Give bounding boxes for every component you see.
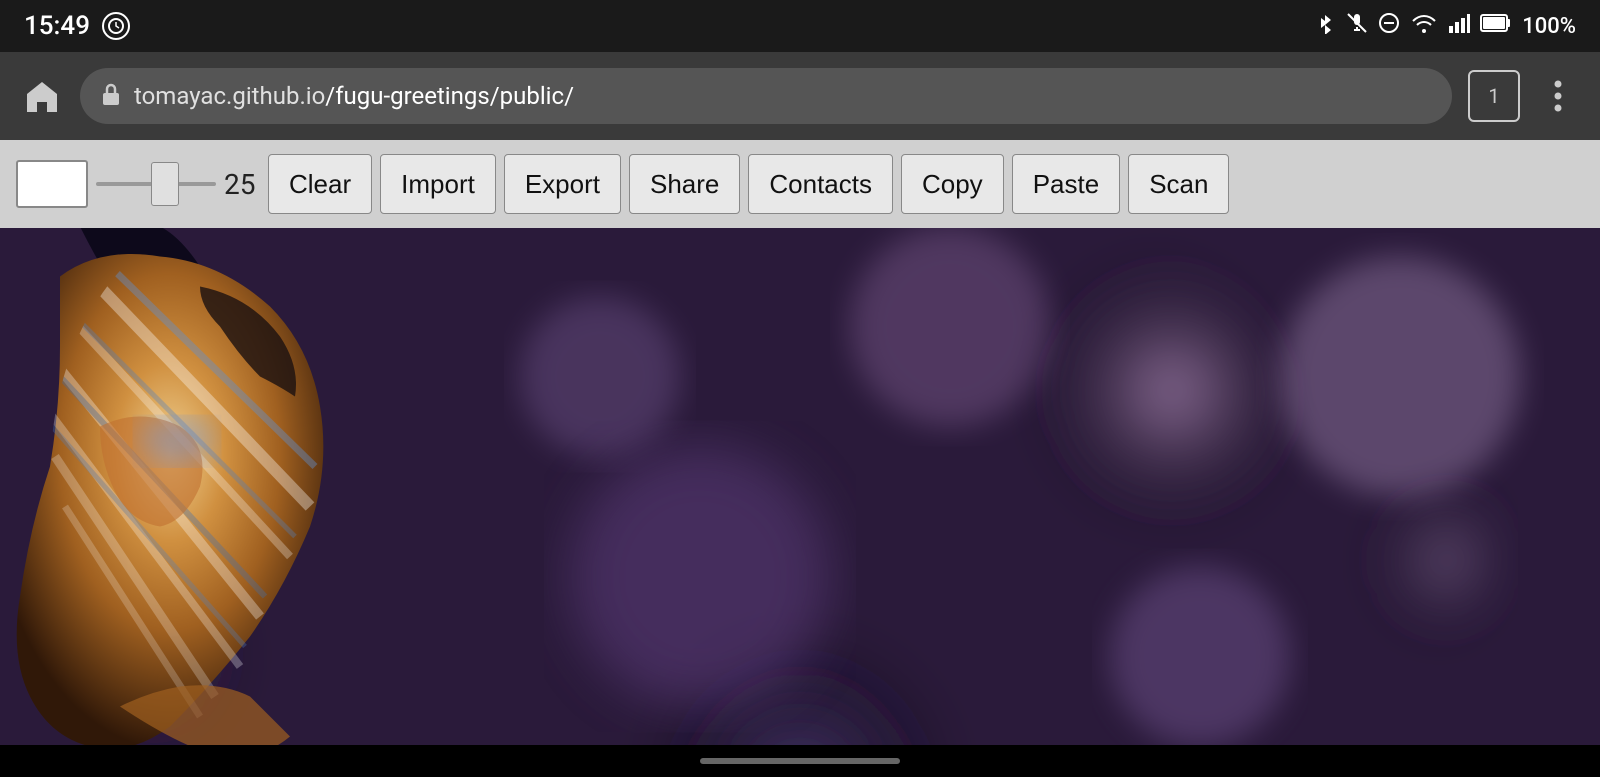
battery-percent: 100%	[1522, 14, 1576, 39]
launcher-icon	[102, 12, 130, 40]
contacts-button[interactable]: Contacts	[748, 154, 893, 214]
url-domain-text: tomayac.github.io	[134, 82, 325, 110]
brush-size-slider-container: 25	[96, 168, 260, 201]
wifi-icon	[1410, 12, 1438, 40]
paste-button[interactable]: Paste	[1012, 154, 1121, 214]
address-bar[interactable]: tomayac.github.io/fugu-greetings/public/	[80, 68, 1452, 124]
scan-button[interactable]: Scan	[1128, 154, 1229, 214]
clear-button[interactable]: Clear	[268, 154, 372, 214]
status-time: 15:49	[24, 11, 90, 41]
tab-count-label: 1	[1488, 84, 1499, 108]
bottom-bar	[0, 745, 1600, 777]
color-swatch[interactable]	[16, 160, 88, 208]
browser-menu-button[interactable]	[1536, 74, 1580, 118]
slider-value: 25	[224, 168, 260, 201]
slider-thumb[interactable]	[151, 162, 179, 206]
dnd-icon	[1378, 12, 1400, 40]
home-button[interactable]	[20, 74, 64, 118]
battery-icon	[1480, 12, 1512, 40]
lock-icon	[100, 81, 122, 112]
home-indicator	[700, 758, 900, 764]
url-path-text: /fugu-greetings/public/	[325, 82, 574, 110]
drawing-canvas[interactable]	[0, 228, 1600, 745]
fish-illustration	[0, 228, 1600, 745]
slider-track	[96, 182, 216, 186]
status-left: 15:49	[24, 11, 130, 41]
bluetooth-icon	[1314, 12, 1336, 40]
browser-bar: tomayac.github.io/fugu-greetings/public/…	[0, 52, 1600, 140]
tab-count-button[interactable]: 1	[1468, 70, 1520, 122]
share-button[interactable]: Share	[629, 154, 740, 214]
status-right: 100%	[1314, 12, 1576, 40]
import-button[interactable]: Import	[380, 154, 496, 214]
mute-icon	[1346, 12, 1368, 40]
background-image	[0, 228, 1600, 745]
export-button[interactable]: Export	[504, 154, 621, 214]
copy-button[interactable]: Copy	[901, 154, 1004, 214]
url-domain: tomayac.github.io/fugu-greetings/public/	[134, 82, 574, 110]
status-bar: 15:49	[0, 0, 1600, 52]
signal-icon	[1448, 12, 1470, 40]
toolbar: 25 Clear Import Export Share Contacts Co…	[0, 140, 1600, 228]
